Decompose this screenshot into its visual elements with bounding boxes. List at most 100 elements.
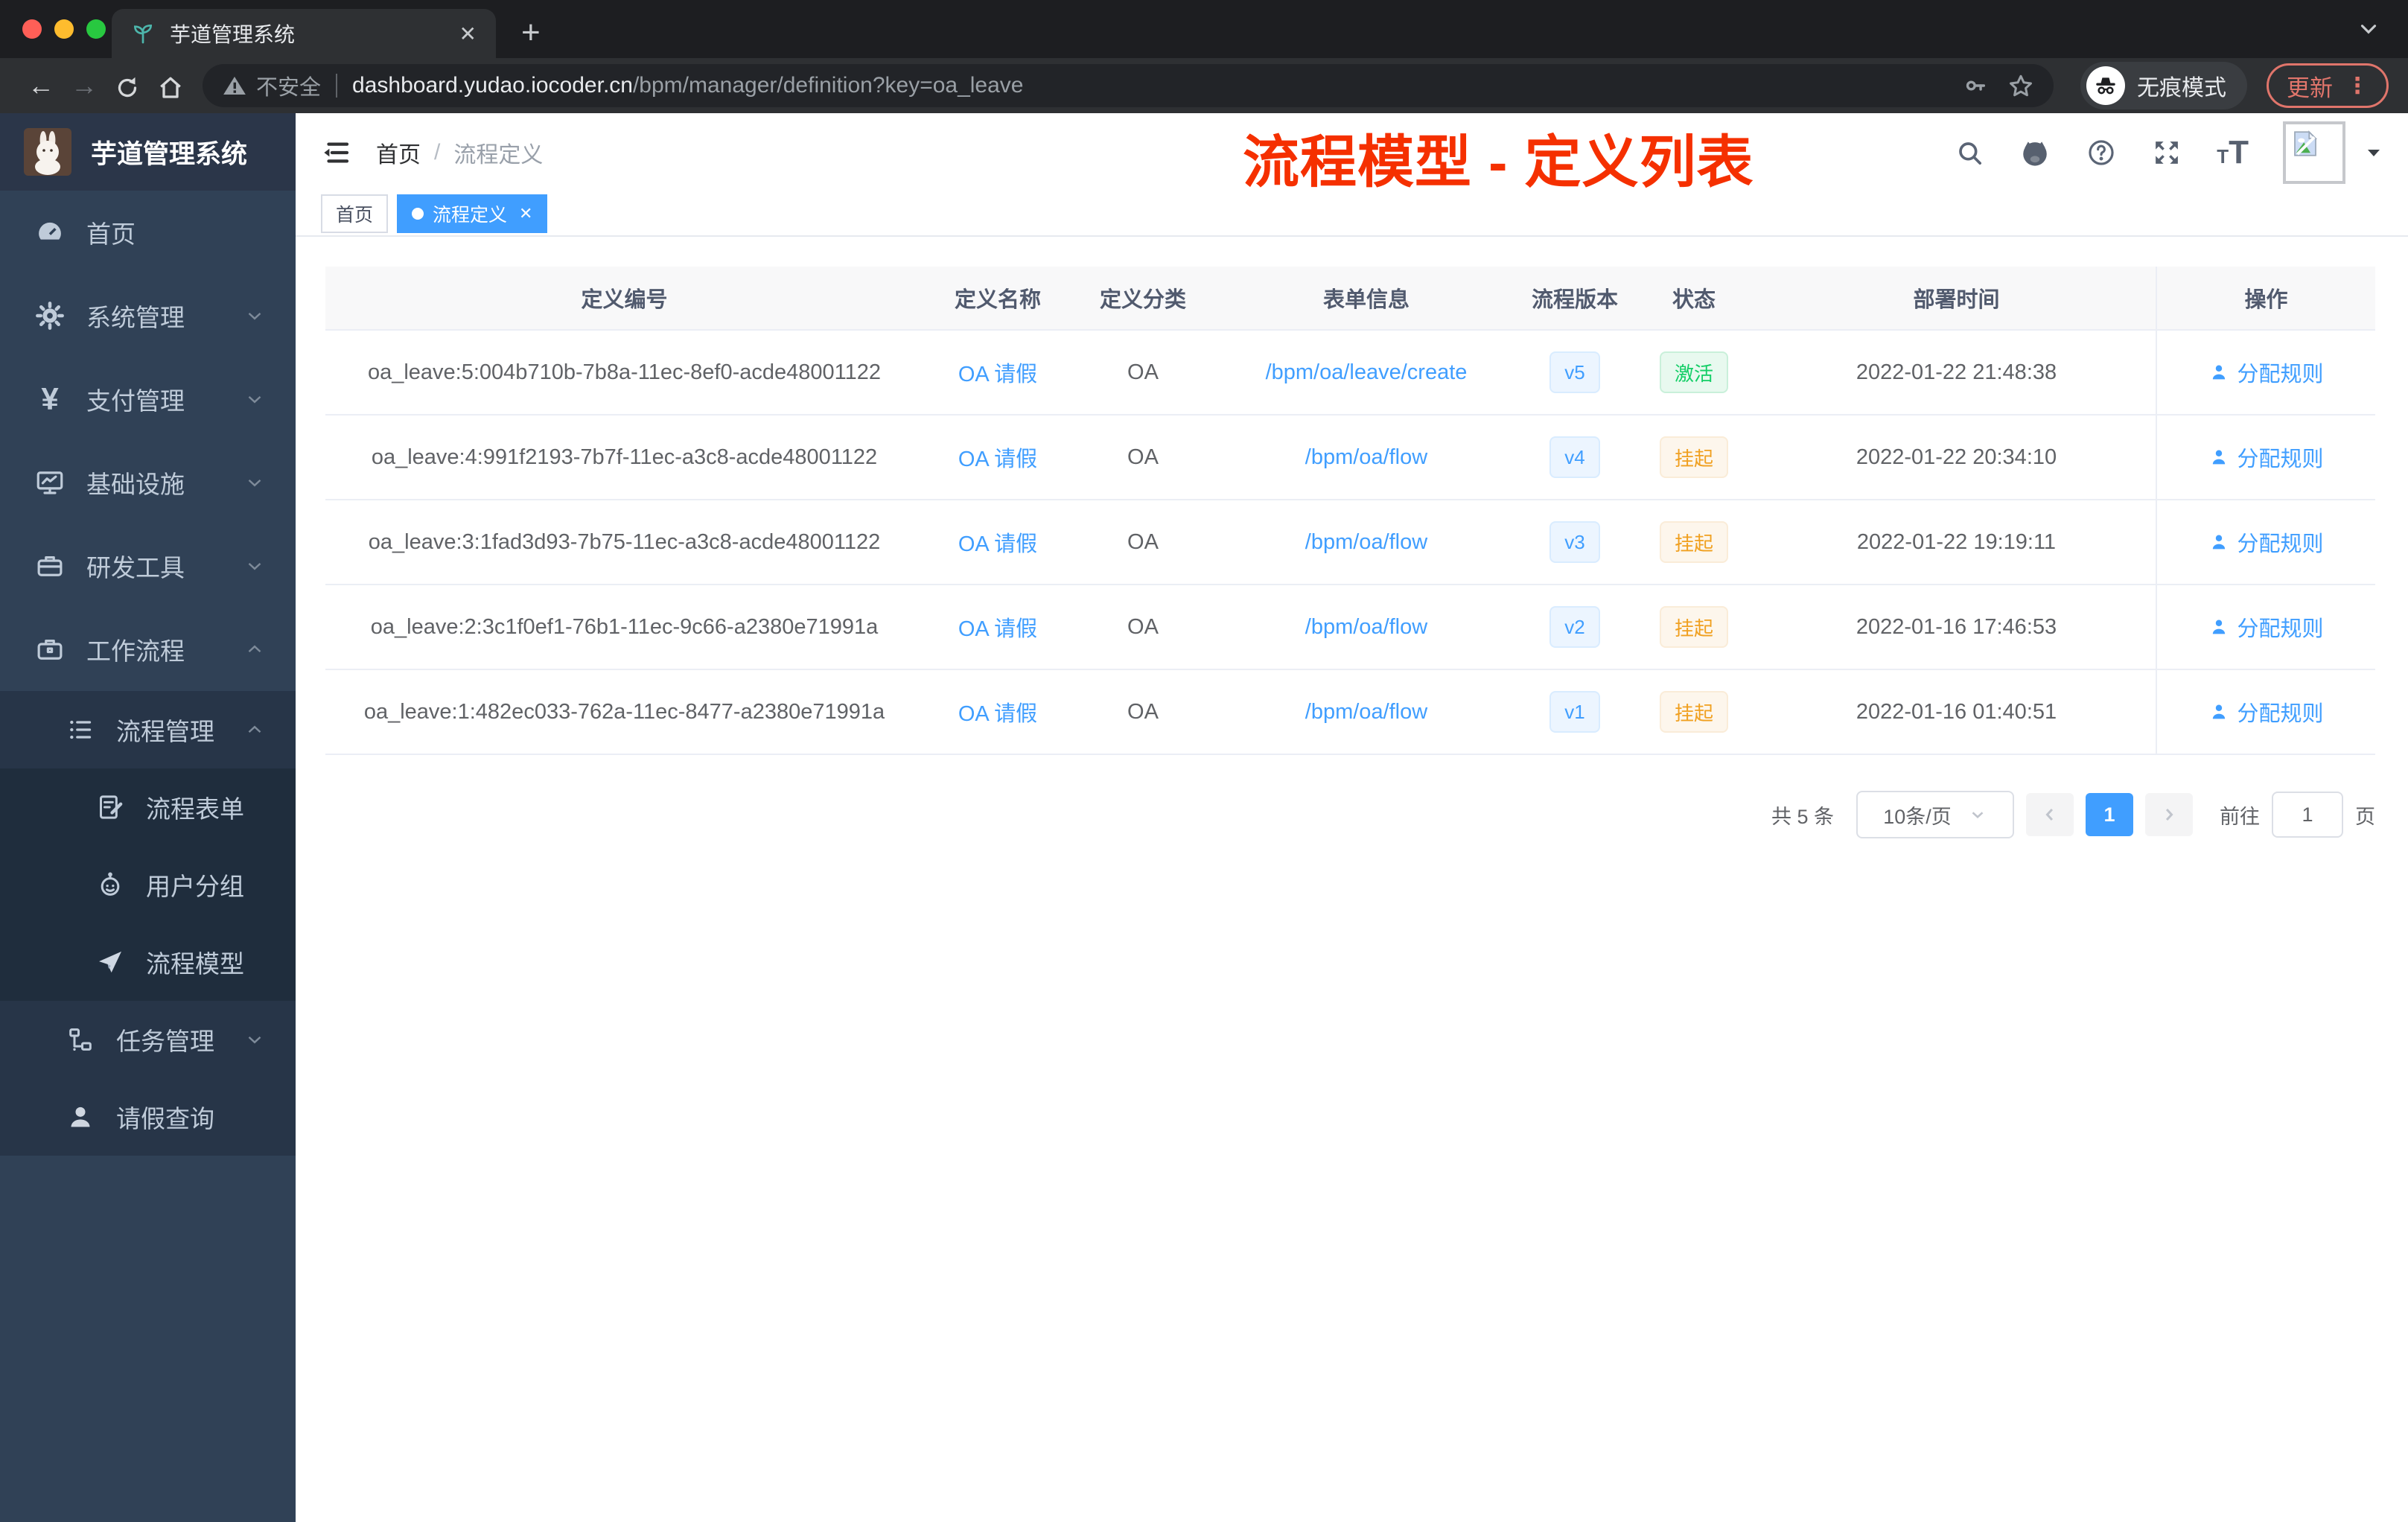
status-badge: 挂起	[1659, 436, 1728, 478]
breadcrumb-home[interactable]: 首页	[376, 136, 421, 169]
gear-icon	[36, 302, 64, 330]
table-row: oa_leave:2:3c1f0ef1-76b1-11ec-9c66-a2380…	[325, 585, 2375, 670]
password-key-icon[interactable]	[1963, 73, 1988, 98]
definition-category: OA	[1127, 699, 1159, 724]
definition-name-link[interactable]: OA 请假	[958, 526, 1037, 558]
paper-plane-icon	[99, 951, 121, 973]
forward-button[interactable]: →	[63, 70, 106, 101]
chevron-left-icon	[2045, 808, 2054, 821]
goto-page-input[interactable]	[2272, 792, 2343, 838]
home-button[interactable]	[149, 70, 192, 101]
chevron-down-icon	[248, 562, 261, 570]
pagination: 共 5 条 10条/页 1 前往 页	[325, 791, 2375, 838]
breadcrumb: 首页 / 流程定义	[376, 136, 543, 169]
bookmark-star-icon[interactable]	[2007, 72, 2034, 99]
definition-id: oa_leave:4:991f2193-7b7f-11ec-a3c8-acde4…	[371, 445, 878, 469]
form-link[interactable]: /bpm/oa/flow	[1305, 530, 1427, 555]
definition-id: oa_leave:1:482ec033-762a-11ec-8477-a2380…	[363, 699, 885, 724]
prev-page-button[interactable]	[2026, 793, 2074, 836]
not-secure-warning-icon	[223, 76, 246, 95]
reload-button[interactable]	[106, 70, 149, 101]
chrome-menu-dots-icon[interactable]: ⋮	[2346, 73, 2369, 99]
sidebar-item-leave-query[interactable]: 请假查询	[0, 1078, 296, 1156]
definition-id: oa_leave:3:1fad3d93-7b75-11ec-a3c8-acde4…	[368, 529, 881, 554]
sidebar-logo[interactable]: 芋道管理系统	[0, 113, 296, 191]
sidebar-item-task-management[interactable]: 任务管理	[0, 1001, 296, 1078]
user-icon	[71, 1107, 90, 1127]
sidebar-item-process-form[interactable]: 流程表单	[0, 768, 296, 846]
collapse-sidebar-icon[interactable]	[321, 137, 352, 168]
logo-rabbit-image	[24, 128, 71, 176]
assign-rule-link[interactable]: 分配规则	[2208, 526, 2324, 558]
list-icon	[70, 720, 92, 739]
chrome-update-button[interactable]: 更新 ⋮	[2267, 63, 2389, 108]
user-icon	[2213, 704, 2226, 719]
incognito-icon	[2086, 66, 2125, 105]
assign-rule-link[interactable]: 分配规则	[2208, 357, 2324, 388]
form-link[interactable]: /bpm/oa/leave/create	[1266, 360, 1468, 385]
back-button[interactable]: ←	[19, 70, 63, 101]
sidebar-item-workflow[interactable]: 工作流程	[0, 608, 296, 691]
sidebar-item-infrastructure[interactable]: 基础设施	[0, 441, 296, 524]
definition-name-link[interactable]: OA 请假	[958, 611, 1037, 643]
search-icon[interactable]	[1955, 138, 1984, 168]
sidebar: 芋道管理系统 首页 系统管理 ¥ 支付管理 基础设施 研发工具 工作流程 流程管…	[0, 113, 296, 1522]
form-link[interactable]: /bpm/oa/flow	[1305, 615, 1427, 640]
tag-process-definition[interactable]: 流程定义 ✕	[397, 194, 548, 233]
tag-home[interactable]: 首页	[321, 194, 389, 233]
sidebar-item-payment[interactable]: ¥ 支付管理	[0, 357, 296, 441]
help-icon[interactable]	[2086, 137, 2117, 168]
version-badge: v1	[1549, 691, 1600, 733]
form-link[interactable]: /bpm/oa/flow	[1305, 700, 1427, 725]
definition-category: OA	[1127, 529, 1159, 554]
new-tab-button[interactable]: +	[521, 13, 541, 52]
definition-name-link[interactable]: OA 请假	[958, 696, 1037, 727]
status-badge: 激活	[1659, 351, 1728, 393]
tab-strip: 芋道管理系统 ✕ +	[0, 0, 2408, 58]
page-size-select[interactable]: 10条/页	[1856, 791, 2014, 838]
font-size-icon[interactable]: TT	[2217, 134, 2249, 171]
avatar[interactable]	[2283, 121, 2345, 184]
definition-id: oa_leave:2:3c1f0ef1-76b1-11ec-9c66-a2380…	[370, 614, 879, 639]
fullscreen-icon[interactable]	[2151, 137, 2182, 168]
sidebar-item-process-model[interactable]: 流程模型	[0, 923, 296, 1001]
next-page-button[interactable]	[2145, 793, 2193, 836]
form-link[interactable]: /bpm/oa/flow	[1305, 445, 1427, 470]
version-badge: v3	[1549, 521, 1600, 563]
zoom-window-button[interactable]	[86, 19, 106, 39]
tag-close-icon[interactable]: ✕	[519, 204, 532, 223]
avatar-menu[interactable]	[2283, 121, 2383, 184]
browser-tab[interactable]: 芋道管理系统 ✕	[112, 9, 496, 58]
tab-search-chevron-icon[interactable]	[2356, 16, 2381, 42]
browser-toolbar: ← → 不安全 dashboard.yudao.iocoder.cn/bpm/m…	[0, 58, 2408, 113]
active-tag-dot	[412, 208, 424, 220]
assign-rule-link[interactable]: 分配规则	[2208, 442, 2324, 473]
address-bar[interactable]: 不安全 dashboard.yudao.iocoder.cn/bpm/manag…	[203, 64, 2054, 107]
assign-rule-link[interactable]: 分配规则	[2208, 696, 2324, 727]
sidebar-item-user-groups[interactable]: 用户分组	[0, 846, 296, 923]
minimize-window-button[interactable]	[54, 19, 74, 39]
tab-close-icon[interactable]: ✕	[459, 22, 477, 46]
definition-name-link[interactable]: OA 请假	[958, 442, 1037, 473]
version-badge: v5	[1549, 351, 1600, 393]
chevron-up-icon	[248, 725, 261, 733]
sidebar-item-system[interactable]: 系统管理	[0, 274, 296, 357]
definition-name-link[interactable]: OA 请假	[958, 357, 1037, 388]
robot-icon	[101, 872, 120, 896]
sidebar-item-process-management[interactable]: 流程管理	[0, 691, 296, 768]
assign-rule-link[interactable]: 分配规则	[2208, 611, 2324, 643]
tags-view-bar: 首页 流程定义 ✕	[296, 192, 2408, 237]
table-row: oa_leave:1:482ec033-762a-11ec-8477-a2380…	[325, 670, 2375, 755]
favicon-sprout-icon	[133, 24, 153, 44]
security-label: 不安全	[256, 76, 322, 100]
tab-title: 芋道管理系统	[170, 23, 296, 46]
sidebar-item-home[interactable]: 首页	[0, 191, 296, 274]
sidebar-item-dev-tools[interactable]: 研发工具	[0, 524, 296, 608]
chevron-down-icon	[248, 479, 261, 487]
close-window-button[interactable]	[22, 19, 42, 39]
page-number-1[interactable]: 1	[2086, 793, 2133, 836]
url-domain: dashboard.yudao.iocoder.cn	[352, 73, 633, 98]
goto-suffix-label: 页	[2355, 805, 2375, 828]
github-icon[interactable]	[2019, 136, 2051, 169]
pagination-total: 共 5 条	[1771, 805, 1834, 828]
